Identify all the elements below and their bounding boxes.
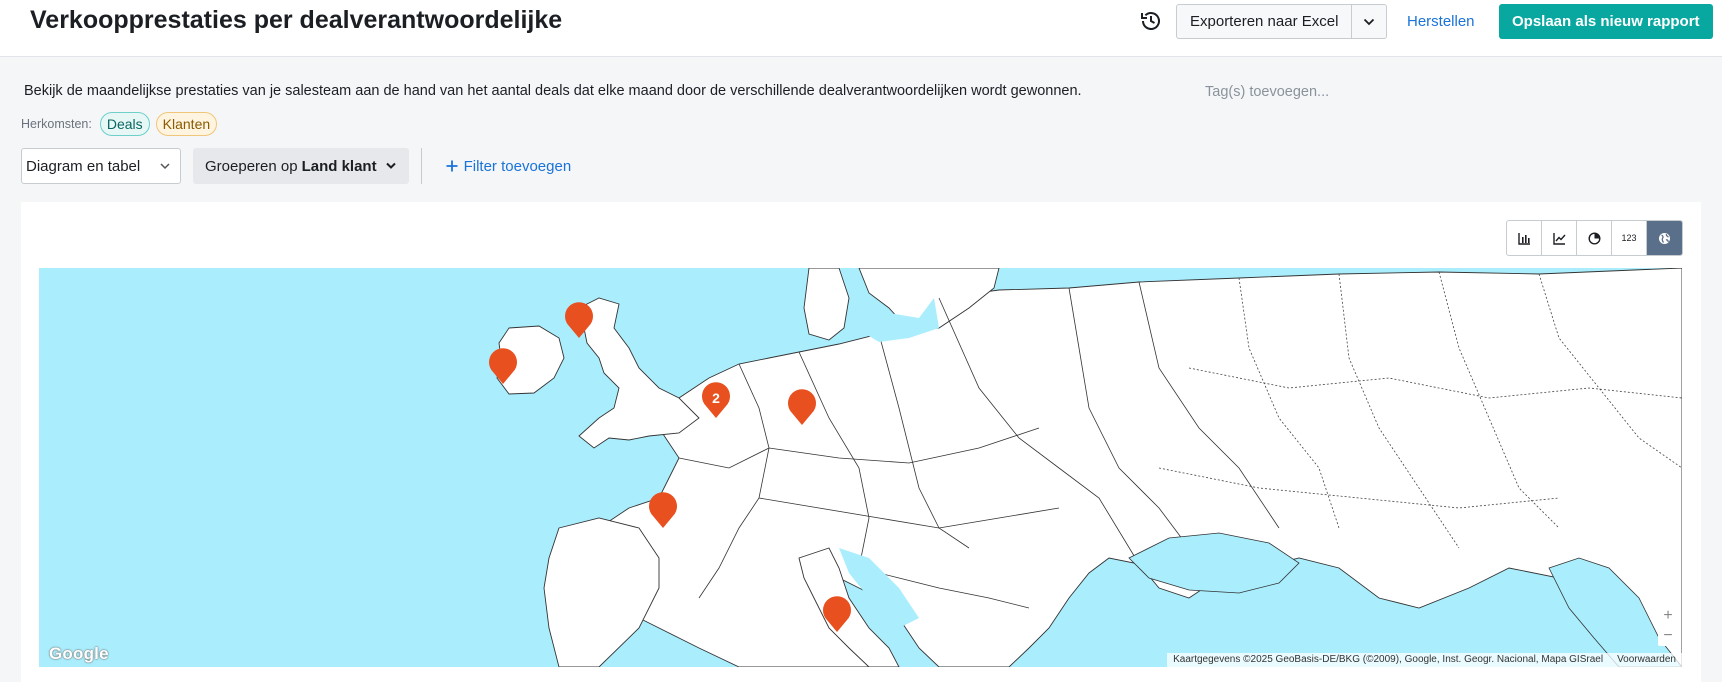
- add-filter-label: Filter toevoegen: [463, 157, 572, 175]
- tags-input[interactable]: [1205, 82, 1505, 102]
- export-options-button[interactable]: [1352, 5, 1386, 38]
- report-toolbar: Diagram en tabel Groeperen op Land klant…: [21, 148, 571, 184]
- export-excel-button[interactable]: Exporteren naar Excel: [1177, 5, 1353, 38]
- bar-chart-icon: [1517, 232, 1530, 245]
- group-by-value: Land klant: [301, 157, 377, 175]
- pie-chart-button[interactable]: [1577, 221, 1612, 255]
- map-terms-link[interactable]: Voorwaarden: [1617, 653, 1676, 667]
- origin-pill-deals: Deals: [99, 112, 150, 136]
- reset-button[interactable]: Herstellen: [1407, 13, 1475, 30]
- group-by-prefix: Groeperen op: [205, 157, 298, 175]
- land-continent: [588, 268, 1682, 667]
- number-view-button[interactable]: 123: [1612, 221, 1647, 255]
- zoom-in-button[interactable]: +: [1658, 606, 1678, 626]
- origin-pill-clients: Klanten: [155, 112, 218, 136]
- land-great-britain: [578, 297, 700, 449]
- view-select[interactable]: Diagram en tabel: [21, 148, 181, 184]
- origins-row: Herkomsten: Deals Klanten: [21, 112, 218, 136]
- map-attribution-text: Kaartgegevens ©2025 GeoBasis-DE/BKG (©20…: [1173, 654, 1604, 665]
- globe-icon: [1659, 232, 1670, 244]
- history-icon: [1141, 12, 1160, 30]
- visualization-switcher: 123: [1506, 220, 1683, 256]
- page-title: Verkoopprestaties per dealverantwoordeli…: [30, 6, 563, 34]
- land-iberia: [543, 517, 660, 667]
- chevron-down-icon: [385, 162, 396, 169]
- view-select-value: Diagram en tabel: [26, 157, 141, 175]
- report-description: Bekijk de maandelijkse prestaties van je…: [24, 83, 1082, 99]
- origins-label: Herkomsten:: [21, 117, 92, 131]
- map-attribution: Kaartgegevens ©2025 GeoBasis-DE/BKG (©20…: [1167, 653, 1682, 667]
- chevron-down-icon: [160, 162, 170, 169]
- export-button-group: Exporteren naar Excel: [1176, 4, 1388, 39]
- map-canvas[interactable]: 2: [39, 268, 1682, 667]
- land-denmark: [803, 268, 850, 341]
- line-chart-button[interactable]: [1542, 221, 1577, 255]
- map-view-button[interactable]: [1647, 221, 1682, 255]
- number-icon: 123: [1621, 233, 1637, 243]
- add-filter-button[interactable]: Filter toevoegen: [446, 157, 572, 175]
- toolbar-divider: [420, 148, 422, 184]
- history-button[interactable]: [1136, 6, 1166, 36]
- header-bar: Verkoopprestaties per dealverantwoordeli…: [0, 0, 1722, 57]
- zoom-out-button[interactable]: −: [1658, 626, 1678, 646]
- google-logo: Google: [49, 644, 109, 663]
- line-chart-icon: [1552, 232, 1566, 245]
- chevron-down-icon: [1364, 18, 1375, 25]
- save-as-new-report-button[interactable]: Opslaan als nieuw rapport: [1499, 4, 1713, 39]
- group-by-button[interactable]: Groeperen op Land klant: [193, 148, 409, 184]
- map-zoom-control: + −: [1658, 606, 1678, 646]
- map-cluster-count: 2: [712, 390, 720, 406]
- pie-chart-icon: [1587, 231, 1601, 245]
- bar-chart-button[interactable]: [1507, 221, 1542, 255]
- map-view[interactable]: 2 Google + − Kaartgegevens ©2025 GeoBasi…: [39, 268, 1682, 667]
- plus-icon: [446, 160, 458, 172]
